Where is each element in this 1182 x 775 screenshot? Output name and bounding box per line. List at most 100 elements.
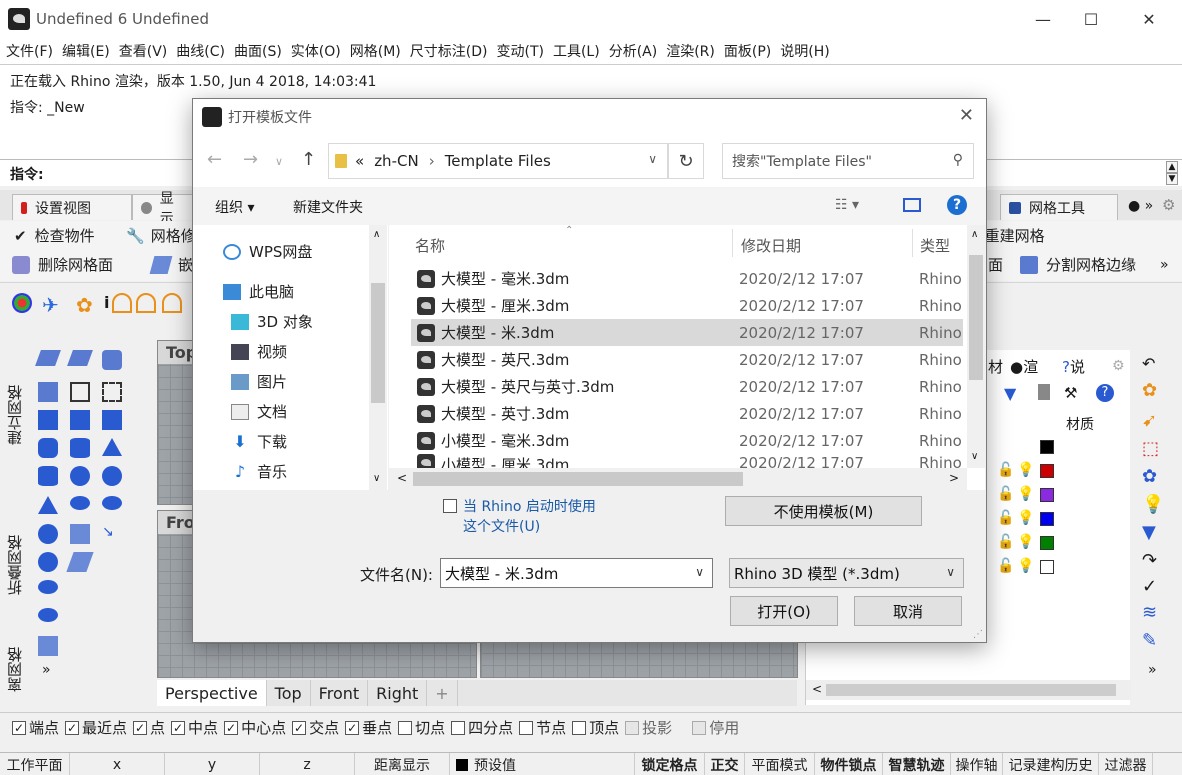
toggle-smarttrack[interactable]: 智慧轨迹 [883,753,951,775]
nav-videos[interactable]: 视频 [231,341,287,362]
menu-transform[interactable]: 变动(T) [496,41,543,61]
osnap-tangent[interactable]: 切点 [398,717,445,738]
lock-icon[interactable]: 🔓 [997,534,1014,550]
horizontal-scrollbar[interactable]: < > [389,468,967,490]
lock-icon[interactable]: 🔓 [997,510,1014,526]
lock-icon[interactable]: 🔓 [997,486,1014,502]
file-row[interactable]: 小模型 - 毫米.3dm 2020/2/12 17:07 Rhino [411,427,963,454]
mesh-ellipsoid-icon[interactable] [38,552,58,572]
maximize-button[interactable]: ☐ [1068,0,1114,38]
bulb-icon[interactable]: 💡 [1017,534,1034,550]
toggle-grid-snap[interactable]: 锁定格点 [635,753,705,775]
menu-file[interactable]: 文件(F) [6,41,53,61]
osnap-mid[interactable]: ✓ 中点 [171,717,218,738]
menu-analyze[interactable]: 分析(A) [609,41,658,61]
menu-tools[interactable]: 工具(L) [553,41,600,61]
scroll-up-icon[interactable]: ▲ [1166,161,1178,173]
gear-blue-icon[interactable]: ✿ [1142,466,1157,487]
column-type[interactable]: 类型 [920,235,950,256]
more-tools-icon[interactable]: » [1148,662,1157,678]
mesh-arc-icon[interactable] [162,293,182,313]
menu-surface[interactable]: 曲面(S) [234,41,282,61]
help-icon[interactable]: ? [947,195,967,215]
layer-row[interactable]: 🔓 💡 [995,460,1130,482]
tab-help[interactable]: ?说 [1062,356,1085,377]
tab-set-view[interactable]: 设置视图 [12,194,132,220]
breadcrumb-template-files[interactable]: Template Files [445,152,551,170]
embed-button[interactable]: 嵌 [149,254,193,275]
column-name[interactable]: 名称 [415,235,445,256]
breadcrumb-zh-cn[interactable]: zh-CN [374,152,419,170]
box-red-icon[interactable]: ⬚ [1142,438,1159,459]
tab-mesh-tools[interactable]: 网格工具 [1000,194,1118,220]
mesh-box-icon[interactable] [38,382,58,402]
scroll-down-icon[interactable]: ▼ [1166,173,1178,185]
mesh-arc-icon[interactable] [112,293,132,313]
file-row-selected[interactable]: 大模型 - 米.3dm 2020/2/12 17:07 Rhino [411,319,963,346]
mesh-disk-icon[interactable] [38,608,58,622]
document-icon[interactable] [1038,384,1050,400]
back-arrow-icon[interactable]: ← [207,149,222,170]
mesh-quad-icon[interactable] [102,350,122,370]
menu-curve[interactable]: 曲线(C) [176,41,225,61]
tab-fold-mesh[interactable]: 折叠网格 [4,510,30,620]
status-distance[interactable]: 距离显示 [355,753,450,775]
osnap-center[interactable]: ✓ 中心点 [224,717,286,738]
osnap-disable[interactable]: 停用 [692,717,739,738]
menu-dimension[interactable]: 尺寸标注(D) [410,41,488,61]
view-options-icon[interactable]: ☷ ▾ [835,197,859,213]
close-button[interactable]: ✕ [1126,0,1172,38]
file-row[interactable]: 大模型 - 厘米.3dm 2020/2/12 17:07 Rhino [411,292,963,319]
history-dropdown-icon[interactable]: ∨ [275,155,283,168]
menu-mesh[interactable]: 网格(M) [350,41,401,61]
tab-right[interactable]: Right [368,680,428,706]
mesh-cube-icon[interactable] [38,410,58,430]
layer-color-swatch[interactable] [1040,440,1054,454]
chevron-down-icon[interactable]: ∨ [695,565,704,579]
layer-color-swatch[interactable] [1040,512,1054,526]
column-date[interactable]: 修改日期 [741,235,801,256]
plane-icon[interactable]: ✈ [42,293,62,317]
up-arrow-icon[interactable]: ↑ [301,149,316,170]
tab-front[interactable]: Front [311,680,369,706]
tab-leave-mesh[interactable]: 离网格 [4,630,30,710]
mesh-repair-button[interactable]: 🔧 网格修 [126,225,196,246]
mesh-sheet-icon[interactable] [66,552,94,572]
osnap-project[interactable]: 投影 [625,717,672,738]
file-row[interactable]: 大模型 - 毫米.3dm 2020/2/12 17:07 Rhino [411,265,963,292]
color-circles-icon[interactable] [12,293,32,313]
osnap-quadrant[interactable]: 四分点 [451,717,513,738]
layer-color-swatch[interactable] [1040,488,1054,502]
arrow-orange-icon[interactable]: ➹ [1142,410,1157,431]
spotlight-icon[interactable]: ▼ [1142,522,1156,543]
hammer-icon[interactable]: ⚒ [1064,384,1077,402]
tab-rendering[interactable]: ●渲 [1010,356,1038,377]
toggle-planar[interactable]: 平面模式 [745,753,815,775]
no-template-button[interactable]: 不使用模板(M) [725,496,922,526]
nav-this-pc[interactable]: 此电脑 [223,281,294,302]
check-objects-button[interactable]: ✔ 检查物件 [14,225,95,246]
more-tabs-icon[interactable]: ● » [1128,198,1153,214]
osnap-end[interactable]: ✓ 端点 [12,717,59,738]
bulb-icon[interactable]: 💡 [1017,462,1034,478]
lightbulb-icon[interactable]: 💡 [1142,494,1164,515]
osnap-vertex[interactable]: 顶点 [572,717,619,738]
layer-row[interactable]: 🔓 💡 [995,556,1130,578]
mesh-cube-icon[interactable] [102,410,122,430]
menu-view[interactable]: 查看(V) [119,41,168,61]
mesh-sphere-icon[interactable] [102,466,122,486]
dialog-close-button[interactable]: ✕ [959,105,974,126]
nav-documents[interactable]: 文档 [231,401,287,422]
tab-perspective[interactable]: Perspective [157,680,267,706]
menu-panels[interactable]: 面板(P) [724,41,771,61]
breadcrumb-overflow[interactable]: « [355,152,364,170]
layer-color-swatch[interactable] [1040,536,1054,550]
mesh-plane-icon[interactable] [35,350,61,366]
lock-icon[interactable]: 🔓 [997,558,1014,574]
bulb-icon[interactable]: 💡 [1017,558,1034,574]
mesh-face-button[interactable]: 面 [988,254,1003,275]
layer-color-swatch[interactable] [1040,464,1054,478]
filename-input[interactable]: 大模型 - 米.3dm ∨ [440,558,713,588]
delete-mesh-faces-button[interactable]: 删除网格面 [12,254,113,275]
search-input[interactable]: 搜索"Template Files" ⚲ [722,143,974,179]
